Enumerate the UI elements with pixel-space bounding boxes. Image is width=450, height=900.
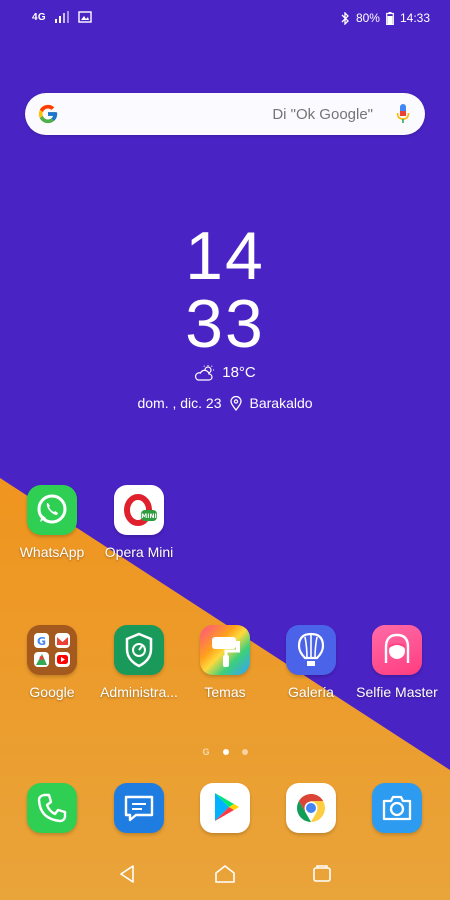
svg-text:G: G (37, 635, 46, 648)
phone-icon (27, 783, 77, 833)
bluetooth-icon (341, 11, 349, 25)
partly-cloudy-icon (195, 364, 215, 381)
gallery-icon (286, 625, 336, 675)
image-notification-icon (78, 11, 92, 23)
app-label: Temas (204, 684, 246, 700)
home-icon[interactable] (214, 864, 236, 884)
app-administrador[interactable]: Administra... (94, 625, 184, 701)
app-label: Selfie Master (356, 684, 438, 700)
app-label: Administra... (100, 684, 178, 700)
app-label: Galería (288, 684, 334, 700)
signal-icon (54, 11, 69, 23)
location-pin-icon (229, 395, 242, 411)
page-indicator: G (0, 747, 450, 757)
messages-icon (114, 783, 164, 833)
google-feed-indicator[interactable]: G (202, 747, 209, 757)
dock-chrome[interactable] (266, 783, 356, 833)
play-store-icon (200, 783, 250, 833)
dock-camera[interactable] (352, 783, 442, 833)
dock-play-store[interactable] (180, 783, 270, 833)
app-label: Opera Mini (104, 544, 174, 560)
search-hint: Di "Ok Google" (272, 106, 373, 123)
date-location[interactable]: dom. , dic. 23 Barakaldo (0, 395, 450, 411)
dock-messages[interactable] (94, 783, 184, 833)
camera-icon (372, 783, 422, 833)
app-whatsapp[interactable]: WhatsApp (7, 485, 97, 561)
google-folder-icon: G (27, 625, 77, 675)
clock-minute[interactable]: 33 (0, 290, 450, 358)
status-time: 14:33 (399, 11, 430, 25)
battery-percent: 80% (355, 11, 380, 25)
clock-hour[interactable]: 14 (0, 222, 450, 290)
opera-mini-icon: MINI (114, 485, 164, 535)
date-text: dom. , dic. 23 (137, 395, 222, 411)
location-text: Barakaldo (249, 395, 313, 411)
whatsapp-icon (27, 485, 77, 535)
dock-phone[interactable] (7, 783, 97, 833)
microphone-icon[interactable] (396, 103, 410, 125)
app-galeria[interactable]: Galería (266, 625, 356, 701)
network-type: 4G (32, 11, 46, 23)
back-icon[interactable] (118, 864, 136, 884)
app-selfie-master[interactable]: Selfie Master (352, 625, 442, 701)
app-label: Google (29, 684, 75, 700)
app-folder-google[interactable]: G Google (7, 625, 97, 701)
navigation-bar (0, 854, 450, 900)
app-opera-mini[interactable]: MINI Opera Mini (94, 485, 184, 561)
google-search-bar[interactable]: Di "Ok Google" (25, 93, 425, 135)
page-dot-active[interactable] (222, 749, 229, 755)
chrome-icon (286, 783, 336, 833)
recents-icon[interactable] (312, 864, 332, 884)
status-bar: 4G 80% 14:33 (0, 0, 450, 36)
mobile-manager-icon (114, 625, 164, 675)
app-temas[interactable]: Temas (180, 625, 270, 701)
themes-icon (200, 625, 250, 675)
temperature: 18°C (222, 364, 256, 381)
selfie-master-icon (372, 625, 422, 675)
weather-widget[interactable]: 18°C (0, 364, 450, 381)
page-dot[interactable] (241, 749, 248, 755)
svg-text:MINI: MINI (141, 513, 156, 520)
battery-icon (386, 11, 394, 25)
google-g-icon (38, 104, 58, 124)
app-label: WhatsApp (19, 544, 85, 560)
